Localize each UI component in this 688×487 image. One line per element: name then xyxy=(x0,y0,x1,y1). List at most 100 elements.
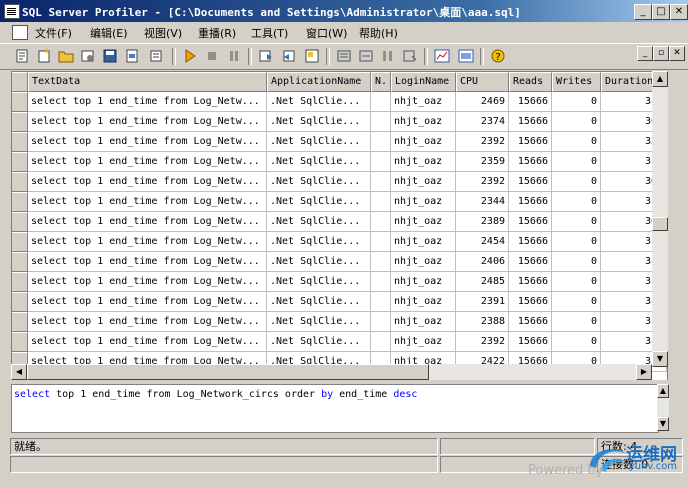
column-header-reads[interactable]: Reads xyxy=(509,72,552,92)
cell-applicationname[interactable]: .Net SqlClie... xyxy=(267,212,371,232)
cell-loginname[interactable]: nhjt_oaz xyxy=(391,132,456,152)
cell-writes[interactable]: 0 xyxy=(552,152,601,172)
row-header[interactable] xyxy=(12,212,28,232)
cell-cpu[interactable]: 2469 xyxy=(456,92,509,112)
cell-writes[interactable]: 0 xyxy=(552,232,601,252)
cell-n[interactable] xyxy=(371,252,391,272)
cell-textdata[interactable]: select top 1 end_time from Log_Netw... xyxy=(28,132,267,152)
cell-n[interactable] xyxy=(371,272,391,292)
row-header[interactable] xyxy=(12,232,28,252)
cell-loginname[interactable]: nhjt_oaz xyxy=(391,192,456,212)
column-header-cpu[interactable]: CPU xyxy=(456,72,509,92)
cell-textdata[interactable]: select top 1 end_time from Log_Netw... xyxy=(28,212,267,232)
cell-writes[interactable]: 0 xyxy=(552,312,601,332)
cell-applicationname[interactable]: .Net SqlClie... xyxy=(267,232,371,252)
cell-loginname[interactable]: nhjt_oaz xyxy=(391,332,456,352)
cell-cpu[interactable]: 2389 xyxy=(456,212,509,232)
cell-n[interactable] xyxy=(371,212,391,232)
horizontal-scrollbar[interactable]: ◀ ▶ xyxy=(11,364,652,380)
row-header[interactable] xyxy=(12,292,28,312)
cell-textdata[interactable]: select top 1 end_time from Log_Netw... xyxy=(28,312,267,332)
cell-cpu[interactable]: 2392 xyxy=(456,332,509,352)
column-header-applicationname[interactable]: ApplicationName xyxy=(267,72,371,92)
cell-n[interactable] xyxy=(371,192,391,212)
cell-loginname[interactable]: nhjt_oaz xyxy=(391,152,456,172)
cell-n[interactable] xyxy=(371,232,391,252)
cell-applicationname[interactable]: .Net SqlClie... xyxy=(267,272,371,292)
scroll-down-button[interactable]: ▼ xyxy=(652,351,668,367)
sql-scroll-down-button[interactable]: ▼ xyxy=(657,417,669,431)
cell-reads[interactable]: 15666 xyxy=(509,172,552,192)
sql-pane-scrollbar[interactable]: ▲ ▼ xyxy=(657,384,669,431)
cell-n[interactable] xyxy=(371,172,391,192)
cell-textdata[interactable]: select top 1 end_time from Log_Netw... xyxy=(28,332,267,352)
cell-textdata[interactable]: select top 1 end_time from Log_Netw... xyxy=(28,292,267,312)
cell-n[interactable] xyxy=(371,292,391,312)
find-icon[interactable] xyxy=(258,48,274,64)
maximize-button[interactable]: □ xyxy=(652,4,670,20)
sql-scroll-up-button[interactable]: ▲ xyxy=(657,384,669,398)
cell-writes[interactable]: 0 xyxy=(552,132,601,152)
cell-textdata[interactable]: select top 1 end_time from Log_Netw... xyxy=(28,152,267,172)
menu-file[interactable]: 文件(F) xyxy=(35,25,72,41)
cell-textdata[interactable]: select top 1 end_time from Log_Netw... xyxy=(28,272,267,292)
run-trace-icon[interactable] xyxy=(182,48,198,64)
new-trace-icon[interactable] xyxy=(14,48,30,64)
cell-applicationname[interactable]: .Net SqlClie... xyxy=(267,192,371,212)
trace-properties-icon[interactable] xyxy=(148,48,164,64)
cell-cpu[interactable]: 2454 xyxy=(456,232,509,252)
row-header[interactable] xyxy=(12,172,28,192)
scroll-up-button[interactable]: ▲ xyxy=(652,71,668,87)
cell-cpu[interactable]: 2359 xyxy=(456,152,509,172)
cell-loginname[interactable]: nhjt_oaz xyxy=(391,272,456,292)
cell-n[interactable] xyxy=(371,332,391,352)
cell-reads[interactable]: 15666 xyxy=(509,192,552,212)
performance-monitor-icon[interactable] xyxy=(434,48,450,64)
cell-cpu[interactable]: 2406 xyxy=(456,252,509,272)
run-to-cursor-icon[interactable] xyxy=(358,48,374,64)
new-file-icon[interactable] xyxy=(36,48,52,64)
cell-n[interactable] xyxy=(371,132,391,152)
column-header-writes[interactable]: Writes xyxy=(552,72,601,92)
cell-cpu[interactable]: 2344 xyxy=(456,192,509,212)
cell-reads[interactable]: 15666 xyxy=(509,232,552,252)
row-header[interactable] xyxy=(12,272,28,292)
cell-applicationname[interactable]: .Net SqlClie... xyxy=(267,112,371,132)
cell-applicationname[interactable]: .Net SqlClie... xyxy=(267,292,371,312)
cell-reads[interactable]: 15666 xyxy=(509,332,552,352)
cell-reads[interactable]: 15666 xyxy=(509,272,552,292)
minimize-button[interactable]: _ xyxy=(634,4,652,20)
cell-cpu[interactable]: 2374 xyxy=(456,112,509,132)
cell-writes[interactable]: 0 xyxy=(552,292,601,312)
cell-loginname[interactable]: nhjt_oaz xyxy=(391,112,456,132)
menu-edit[interactable]: 编辑(E) xyxy=(90,25,128,41)
menu-replay[interactable]: 重播(R) xyxy=(198,25,236,41)
cell-reads[interactable]: 15666 xyxy=(509,112,552,132)
cell-textdata[interactable]: select top 1 end_time from Log_Netw... xyxy=(28,232,267,252)
scroll-right-button[interactable]: ▶ xyxy=(636,364,652,380)
row-header[interactable] xyxy=(12,312,28,332)
cell-applicationname[interactable]: .Net SqlClie... xyxy=(267,252,371,272)
cell-writes[interactable]: 0 xyxy=(552,112,601,132)
cell-textdata[interactable]: select top 1 end_time from Log_Netw... xyxy=(28,92,267,112)
menu-help[interactable]: 帮助(H) xyxy=(359,25,398,41)
cell-n[interactable] xyxy=(371,152,391,172)
menu-tools[interactable]: 工具(T) xyxy=(251,25,288,41)
cell-textdata[interactable]: select top 1 end_time from Log_Netw... xyxy=(28,112,267,132)
cell-applicationname[interactable]: .Net SqlClie... xyxy=(267,92,371,112)
document-icon[interactable] xyxy=(12,25,28,40)
template-properties-icon[interactable] xyxy=(304,48,320,64)
cell-applicationname[interactable]: .Net SqlClie... xyxy=(267,332,371,352)
cell-loginname[interactable]: nhjt_oaz xyxy=(391,292,456,312)
toggle-breakpoint-icon[interactable] xyxy=(380,48,396,64)
cell-loginname[interactable]: nhjt_oaz xyxy=(391,212,456,232)
cell-loginname[interactable]: nhjt_oaz xyxy=(391,232,456,252)
row-header[interactable] xyxy=(12,332,28,352)
menu-view[interactable]: 视图(V) xyxy=(144,25,182,41)
cell-reads[interactable]: 15666 xyxy=(509,252,552,272)
sql-text-pane[interactable]: select top 1 end_time from Log_Network_c… xyxy=(11,384,659,433)
cell-textdata[interactable]: select top 1 end_time from Log_Netw... xyxy=(28,252,267,272)
row-header[interactable] xyxy=(12,132,28,152)
cell-writes[interactable]: 0 xyxy=(552,172,601,192)
replay-icon[interactable] xyxy=(402,48,418,64)
